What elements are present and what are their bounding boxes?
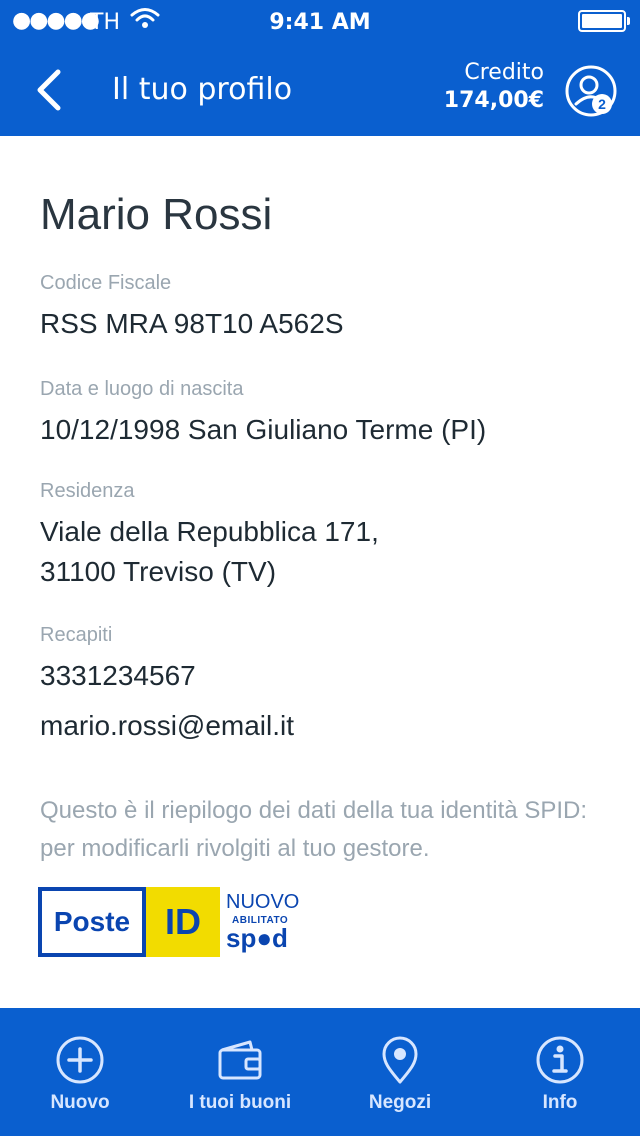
tab-info-label: Info [542,1092,578,1113]
info-icon [536,1036,584,1084]
logo-id: ID [146,887,220,957]
tab-info[interactable]: Info [480,1008,640,1136]
credit-display: Credito 174,00€ [444,60,544,116]
logo-nuovo: NUOVO [226,891,300,913]
tab-i-tuoi-buoni[interactable]: I tuoi buoni [160,1008,320,1136]
residence-line2: 31100 Treviso (TV) [40,556,277,587]
contacts-label: Recapiti [40,624,113,646]
tab-negozi-label: Negozi [368,1092,432,1113]
posteid-spid-logo: Poste ID NUOVO ABILITATO sp●d [38,885,318,961]
spid-note: Questo è il riepilogo dei dati della tua… [40,797,587,862]
chevron-left-icon [37,69,61,111]
credit-label: Credito [464,60,544,85]
logo-spid: sp●d [226,923,288,953]
tab-i-tuoi-buoni-label: I tuoi buoni [188,1092,292,1113]
user-icon: 2 [565,65,617,117]
profile-button[interactable]: 2 [564,64,618,118]
app-header: ●●●●● TH 9:41 AM Il tuo profilo Credito … [0,0,640,136]
logo-poste: Poste [38,887,146,957]
credit-value: 174,00€ [443,88,544,113]
tab-nuovo[interactable]: Nuovo [0,1008,160,1136]
map-pin-icon [382,1036,418,1084]
birth-label: Data e luogo di nascita [40,378,244,400]
residence-line1: Viale della Repubblica 171, [40,516,379,547]
tab-bar: Nuovo I tuoi buoni Negozi Info [0,1008,640,1136]
wallet-icon [218,1040,262,1080]
plus-circle-icon [56,1036,104,1084]
back-button[interactable] [28,62,78,118]
status-bar: ●●●●● TH 9:41 AM [0,0,640,44]
fiscal-code-label: Codice Fiscale [40,272,172,294]
fiscal-code-value: RSS MRA 98T10 A562S [40,308,344,339]
profile-badge: 2 [598,96,606,112]
battery-icon [578,10,630,32]
birth-value: 10/12/1998 San Giuliano Terme (PI) [40,414,487,445]
tab-negozi[interactable]: Negozi [320,1008,480,1136]
residence-label: Residenza [40,480,135,502]
phone-value: 3331234567 [40,660,196,691]
profile-name: Mario Rossi [40,190,273,239]
page-title: Il tuo profilo [112,72,293,107]
status-time: 9:41 AM [269,10,371,35]
tab-nuovo-label: Nuovo [50,1092,110,1113]
email-value: mario.rossi@email.it [40,710,295,741]
